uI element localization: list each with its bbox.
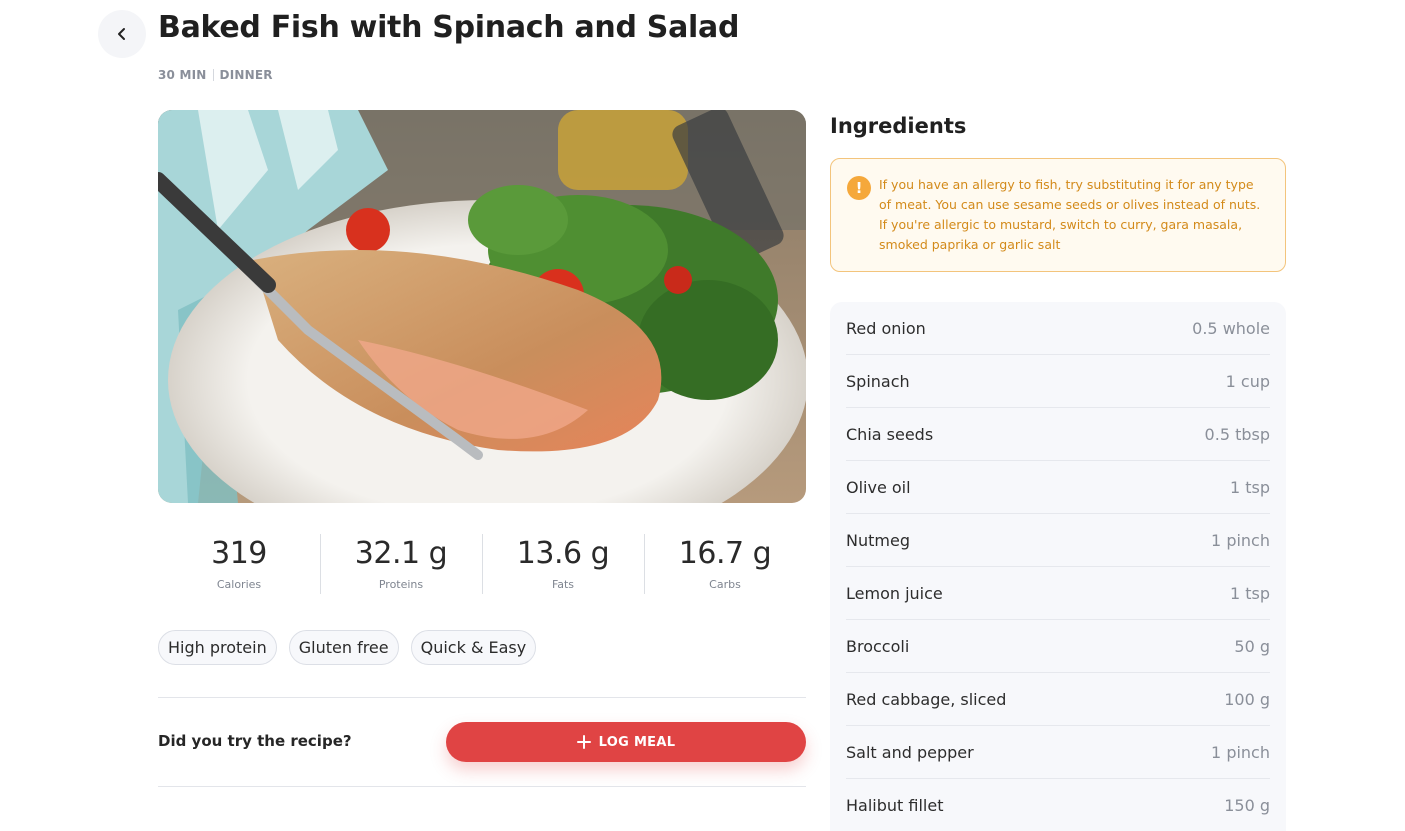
- ingredient-quantity: 50 g: [1234, 636, 1270, 656]
- back-button[interactable]: [98, 10, 146, 58]
- list-item: Salt and pepper 1 pinch: [846, 726, 1270, 779]
- stat-label: Proteins: [378, 578, 424, 591]
- ingredient-name: Halibut fillet: [846, 795, 944, 815]
- plus-icon: [576, 735, 591, 749]
- stat-value: 32.1 g: [354, 536, 448, 571]
- recipe-photo: [158, 110, 806, 503]
- stat-calories: 319 Calories: [158, 534, 320, 596]
- allergy-notice: ! If you have an allergy to fish, try su…: [830, 158, 1286, 272]
- stat-proteins: 32.1 g Proteins: [320, 534, 482, 596]
- list-item: Spinach 1 cup: [846, 355, 1270, 408]
- ingredient-name: Nutmeg: [846, 530, 910, 550]
- stat-fats: 13.6 g Fats: [482, 534, 644, 596]
- try-recipe-question: Did you try the recipe?: [158, 732, 352, 750]
- ingredient-quantity: 0.5 tbsp: [1204, 424, 1270, 444]
- ingredient-quantity: 150 g: [1224, 795, 1270, 815]
- stat-label: Calories: [216, 578, 262, 591]
- stat-value: 13.6 g: [516, 536, 610, 571]
- ingredient-name: Olive oil: [846, 477, 911, 497]
- stat-label: Fats: [551, 578, 575, 591]
- ingredient-name: Red cabbage, sliced: [846, 689, 1007, 709]
- ingredient-quantity: 0.5 whole: [1192, 318, 1270, 338]
- recipe-meta: 30 MIN DINNER: [158, 68, 273, 82]
- allergy-text: If you have an allergy to fish, try subs…: [879, 177, 1261, 252]
- tag-gluten-free[interactable]: Gluten free: [288, 630, 399, 665]
- chevron-left-icon: [118, 28, 125, 40]
- ingredient-quantity: 1 pinch: [1211, 742, 1270, 762]
- meta-separator: [212, 69, 214, 81]
- ingredient-quantity: 1 cup: [1225, 371, 1270, 391]
- ingredient-quantity: 1 tsp: [1229, 477, 1270, 497]
- list-item: Red cabbage, sliced 100 g: [846, 673, 1270, 726]
- tag-quick-easy[interactable]: Quick & Easy: [410, 630, 537, 665]
- stat-value: 16.7 g: [678, 536, 772, 571]
- ingredient-name: Chia seeds: [846, 424, 934, 444]
- warning-icon: !: [847, 176, 871, 200]
- ingredient-quantity: 1 pinch: [1211, 530, 1270, 550]
- list-item: Lemon juice 1 tsp: [846, 567, 1270, 620]
- stat-carbs: 16.7 g Carbs: [644, 534, 806, 596]
- duration-label: 30 MIN: [158, 68, 207, 82]
- log-meal-label: LOG MEAL: [598, 734, 676, 750]
- list-item: Chia seeds 0.5 tbsp: [846, 408, 1270, 461]
- ingredient-name: Salt and pepper: [846, 742, 974, 762]
- list-item: Broccoli 50 g: [846, 620, 1270, 673]
- divider: [158, 697, 806, 698]
- log-meal-button[interactable]: LOG MEAL: [446, 722, 806, 762]
- ingredient-quantity: 1 tsp: [1229, 583, 1270, 603]
- stat-label: Carbs: [709, 578, 741, 591]
- divider: [158, 786, 806, 787]
- list-item: Nutmeg 1 pinch: [846, 514, 1270, 567]
- list-item: Halibut fillet 150 g: [846, 779, 1270, 831]
- ingredient-name: Broccoli: [846, 636, 910, 656]
- tag-high-protein[interactable]: High protein: [158, 630, 277, 665]
- nutrition-stats: 319 Calories 32.1 g Proteins 13.6 g Fats…: [158, 534, 806, 596]
- ingredient-name: Red onion: [846, 318, 926, 338]
- ingredient-name: Spinach: [846, 371, 910, 391]
- page-title: Baked Fish with Spinach and Salad: [158, 10, 740, 45]
- ingredient-quantity: 100 g: [1224, 689, 1270, 709]
- ingredient-name: Lemon juice: [846, 583, 943, 603]
- meal-type-label: DINNER: [219, 68, 273, 82]
- recipe-tags: High protein Gluten free Quick & Easy: [158, 630, 537, 665]
- list-item: Red onion 0.5 whole: [846, 302, 1270, 355]
- stat-value: 319: [211, 536, 267, 571]
- ingredients-list: Red onion 0.5 whole Spinach 1 cup Chia s…: [830, 302, 1286, 831]
- ingredients-title: Ingredients: [830, 114, 967, 138]
- list-item: Olive oil 1 tsp: [846, 461, 1270, 514]
